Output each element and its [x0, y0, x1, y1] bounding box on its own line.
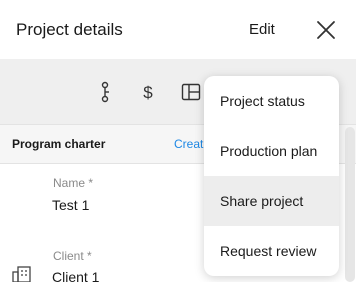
page-title: Project details: [16, 20, 123, 39]
dropdown-menu: Project status Production plan Share pro…: [204, 76, 339, 276]
timeline-icon[interactable]: [94, 81, 116, 103]
panel-header: Project details Edit: [0, 0, 356, 59]
svg-text:$: $: [143, 83, 153, 102]
client-field-value[interactable]: Client 1: [52, 269, 99, 282]
create-link[interactable]: Creat: [174, 137, 203, 151]
client-field-label: Client *: [53, 249, 92, 263]
section-title: Program charter: [12, 137, 106, 151]
name-field-value[interactable]: Test 1: [52, 197, 89, 213]
scrollbar[interactable]: [345, 127, 355, 282]
menu-item-project-status[interactable]: Project status: [204, 76, 339, 126]
close-icon[interactable]: [314, 18, 338, 42]
dollar-icon[interactable]: $: [137, 81, 159, 103]
menu-item-share-project[interactable]: Share project: [204, 176, 339, 226]
layout-icon[interactable]: [180, 81, 202, 103]
edit-button[interactable]: Edit: [249, 20, 275, 40]
name-field-label: Name *: [53, 176, 94, 190]
building-icon: [12, 266, 31, 282]
menu-item-request-review[interactable]: Request review: [204, 226, 339, 276]
menu-item-production-plan[interactable]: Production plan: [204, 126, 339, 176]
